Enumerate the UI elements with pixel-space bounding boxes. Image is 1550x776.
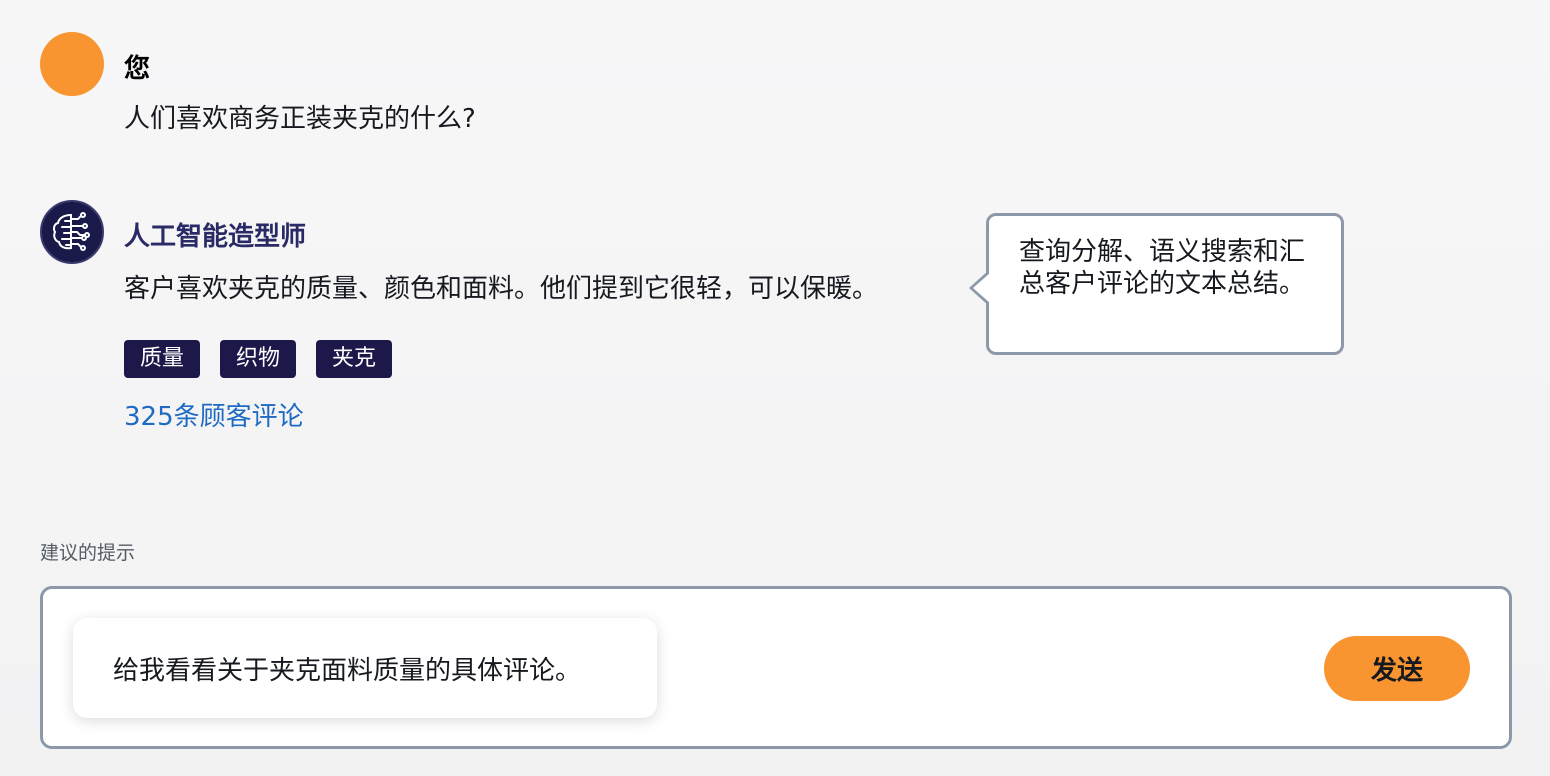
prompt-composer: 给我看看关于夹克面料质量的具体评论。 发送 bbox=[40, 586, 1512, 749]
tag-jacket: 夹克 bbox=[316, 340, 393, 378]
tag-quality: 质量 bbox=[124, 340, 201, 378]
send-button[interactable]: 发送 bbox=[1324, 636, 1470, 701]
customer-reviews-link[interactable]: 325条顾客评论 bbox=[124, 396, 304, 433]
suggested-prompts-label: 建议的提示 bbox=[40, 542, 136, 564]
ai-sender-name: 人工智能造型师 bbox=[124, 222, 307, 252]
tooltip-arrow bbox=[969, 270, 990, 306]
tooltip-text: 查询分解、语义搜索和汇总客户评论的文本总结。 bbox=[1019, 237, 1306, 299]
suggested-prompt-chip[interactable]: 给我看看关于夹克面料质量的具体评论。 bbox=[73, 618, 657, 718]
tag-fabric: 织物 bbox=[220, 340, 297, 378]
chat-page: 您 人们喜欢商务正装夹克的什么? 人工智能造型师 客户喜欢夹克的质量、颜色和面料… bbox=[0, 0, 1550, 776]
info-tooltip: 查询分解、语义搜索和汇总客户评论的文本总结。 bbox=[969, 213, 1344, 355]
user-message-text: 人们喜欢商务正装夹克的什么? bbox=[124, 104, 476, 134]
user-avatar bbox=[40, 32, 104, 96]
topic-tags: 质量 织物 夹克 bbox=[124, 340, 393, 378]
ai-brain-circuit-icon bbox=[53, 212, 90, 251]
ai-avatar bbox=[40, 200, 104, 264]
ai-message-text: 客户喜欢夹克的质量、颜色和面料。他们提到它很轻，可以保暖。 bbox=[124, 274, 879, 304]
user-sender-name: 您 bbox=[124, 54, 151, 84]
